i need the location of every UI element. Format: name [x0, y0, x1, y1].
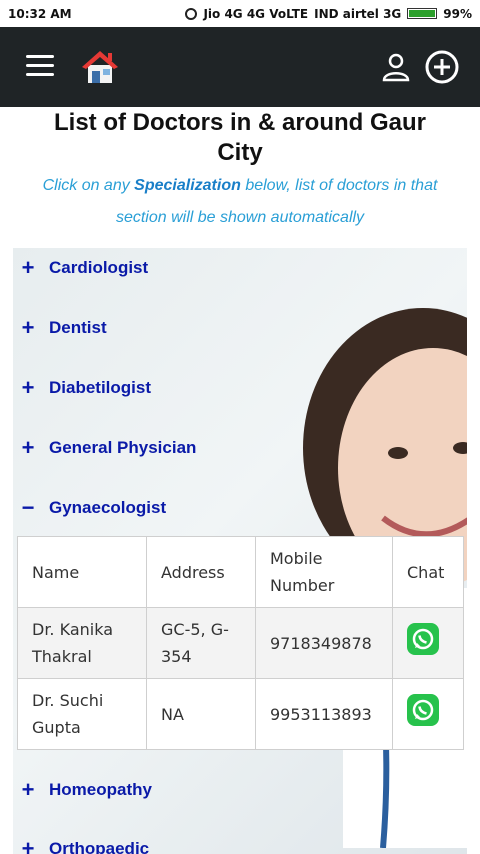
header-mobile: Mobile Number: [255, 536, 393, 608]
cell-mobile[interactable]: 9718349878: [255, 607, 393, 679]
expand-plus-icon: +: [21, 777, 35, 802]
category-label: Homeopathy: [49, 780, 152, 799]
category-label: Gynaecologist: [49, 498, 167, 517]
cell-name: Dr. Kanika Thakral: [17, 607, 147, 679]
cell-mobile[interactable]: 9953113893: [255, 678, 393, 750]
cell-chat: [392, 607, 464, 679]
header-address: Address: [146, 536, 256, 608]
whatsapp-icon[interactable]: [407, 694, 439, 726]
collapse-minus-icon: −: [21, 495, 35, 520]
expand-plus-icon: +: [21, 315, 35, 340]
hamburger-menu-icon[interactable]: [26, 55, 54, 77]
category-cardiologist[interactable]: + Cardiologist: [19, 253, 149, 283]
add-circle-icon[interactable]: [424, 49, 460, 85]
expand-plus-icon: +: [21, 375, 35, 400]
category-dentist[interactable]: + Dentist: [19, 313, 107, 343]
subtitle-highlight: Specialization: [134, 177, 241, 194]
cell-chat: [392, 678, 464, 750]
status-bar: 10:32 AM Jio 4G 4G VoLTE IND airtel 3G 9…: [0, 0, 480, 27]
category-label: Orthopaedic: [49, 839, 150, 854]
carrier-1: Jio 4G 4G VoLTE: [203, 6, 309, 21]
category-gynaecologist[interactable]: − Gynaecologist: [19, 493, 167, 523]
category-orthopaedic[interactable]: + Orthopaedic: [19, 834, 150, 854]
category-label: Diabetilogist: [49, 378, 152, 397]
user-icon[interactable]: [380, 51, 412, 83]
category-label: Cardiologist: [49, 258, 149, 277]
cell-address: GC-5, G-354: [146, 607, 256, 679]
table-row: Dr. Suchi Gupta NA 9953113893: [17, 678, 464, 750]
specializations-panel: + Cardiologist + Dentist + Diabetilogist…: [13, 248, 467, 854]
cell-address: NA: [146, 678, 256, 750]
alarm-icon: [185, 7, 198, 20]
expand-plus-icon: +: [21, 255, 35, 280]
carrier-2: IND airtel 3G: [314, 6, 402, 21]
table-row: Dr. Kanika Thakral GC-5, G-354 971834987…: [17, 607, 464, 679]
header-name: Name: [17, 536, 147, 608]
expand-plus-icon: +: [21, 435, 35, 460]
category-homeopathy[interactable]: + Homeopathy: [19, 775, 152, 805]
cell-name: Dr. Suchi Gupta: [17, 678, 147, 750]
subtitle-prefix: Click on any: [42, 177, 135, 194]
category-label: Dentist: [49, 318, 107, 337]
category-general-physician[interactable]: + General Physician: [19, 433, 197, 463]
home-icon[interactable]: [80, 47, 120, 87]
status-right: Jio 4G 4G VoLTE IND airtel 3G 99%: [185, 7, 472, 21]
app-bar: [0, 27, 480, 107]
category-diabetilogist[interactable]: + Diabetilogist: [19, 373, 151, 403]
battery-percent: 99%: [443, 6, 472, 21]
header-chat: Chat: [392, 536, 464, 608]
battery-fill: [409, 10, 435, 17]
battery-icon: [407, 8, 438, 19]
category-label: General Physician: [49, 438, 197, 457]
page-subtitle: Click on any Specialization below, list …: [20, 170, 460, 234]
expand-plus-icon: +: [21, 836, 35, 854]
page-title: List of Doctors in & around Gaur City: [53, 109, 426, 166]
table-header-row: Name Address Mobile Number Chat: [17, 536, 464, 608]
status-time: 10:32 AM: [8, 6, 72, 21]
doctors-table: Name Address Mobile Number Chat Dr. Kani…: [17, 536, 464, 750]
whatsapp-icon[interactable]: [407, 623, 439, 655]
